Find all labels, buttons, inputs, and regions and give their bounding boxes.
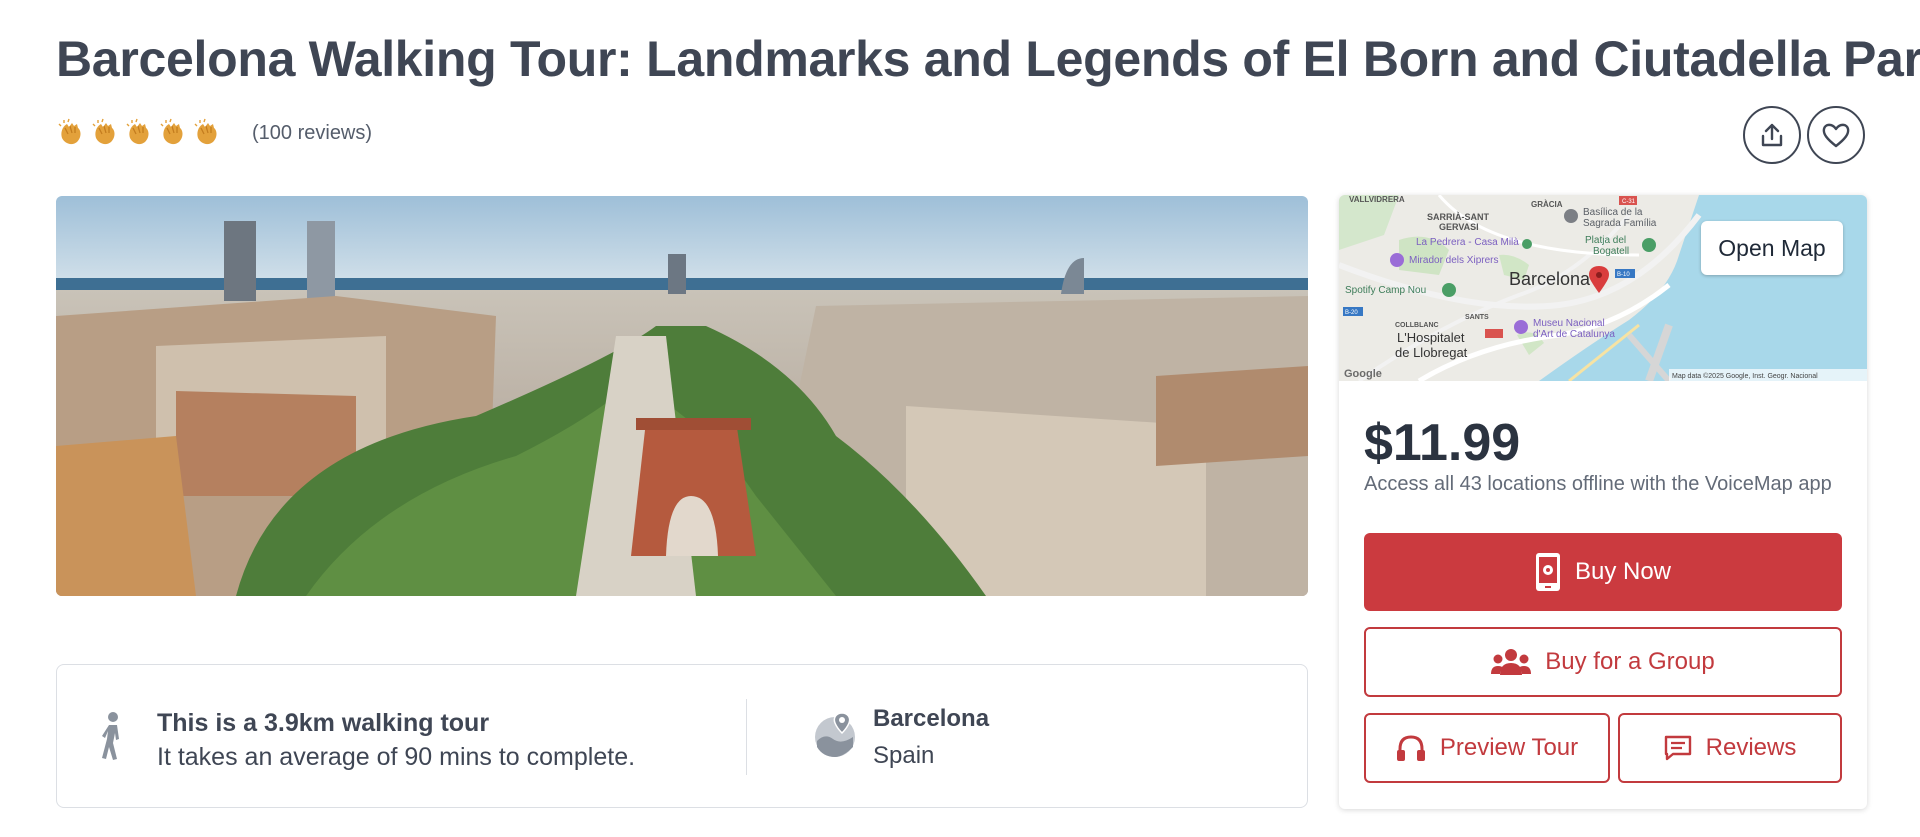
map-label: d'Art de Catalunya <box>1533 329 1615 340</box>
buy-now-label: Buy Now <box>1574 558 1672 585</box>
price: $11.99 <box>1364 414 1521 472</box>
walking-distance-text: This is a 3.9km walking tour <box>157 709 490 737</box>
map-label: COLLBLANC <box>1395 322 1439 329</box>
clap-icon <box>160 118 183 145</box>
group-icon <box>1491 648 1532 676</box>
page-title: Barcelona Walking Tour: Landmarks and Le… <box>56 31 1920 87</box>
purchase-panel: VALLVIDRERA GRÀCIA C-31 SARRIÀ-SANT GERV… <box>1339 195 1867 809</box>
map-label: de Llobregat <box>1395 345 1468 360</box>
share-icon <box>1761 123 1783 147</box>
reviews-count-link[interactable]: (100 reviews) <box>252 122 372 145</box>
headphones-icon <box>1396 734 1426 762</box>
map-label: Museu Nacional <box>1533 318 1605 329</box>
buy-for-group-label: Buy for a Group <box>1545 648 1715 675</box>
map-road-label: B-20 <box>1345 310 1358 316</box>
phone-icon <box>1535 552 1561 592</box>
map-label: SARRIÀ-SANT <box>1427 212 1490 222</box>
buy-now-button[interactable]: Buy Now <box>1364 533 1842 611</box>
clap-icon <box>126 118 149 145</box>
google-logo: Google <box>1344 368 1382 380</box>
tour-info-card: This is a 3.9km walking tour It takes an… <box>56 664 1308 808</box>
map-label: Sagrada Família <box>1583 218 1657 229</box>
map-label: Barcelona <box>1509 269 1591 289</box>
heart-icon <box>1822 123 1850 148</box>
location-globe-icon <box>815 712 855 757</box>
clap-icon <box>58 118 81 145</box>
map-road-label: B-10 <box>1617 272 1630 278</box>
map-label: Platja del <box>1585 235 1626 246</box>
map-label: L'Hospitalet <box>1397 330 1465 345</box>
preview-tour-button[interactable]: Preview Tour <box>1364 713 1610 783</box>
comment-icon <box>1664 735 1692 761</box>
clap-icon <box>194 118 217 145</box>
preview-tour-label: Preview Tour <box>1439 734 1579 761</box>
map-label: Spotify Camp Nou <box>1345 285 1426 296</box>
map-label: GERVASI <box>1439 222 1479 232</box>
country-name: Spain <box>873 742 935 769</box>
map-label: La Pedrera - Casa Milà <box>1416 237 1519 248</box>
buy-for-group-button[interactable]: Buy for a Group <box>1364 627 1842 697</box>
rating: (100 reviews) <box>56 118 372 148</box>
map-label: GRÀCIA <box>1531 200 1563 209</box>
divider <box>746 699 747 775</box>
clap-icon <box>92 118 115 145</box>
share-button[interactable] <box>1743 106 1801 164</box>
walking-duration-text: It takes an average of 90 mins to comple… <box>157 743 636 771</box>
map-road-label: C-31 <box>1622 199 1636 205</box>
map-label: Basílica de la <box>1583 207 1643 218</box>
city-name: Barcelona <box>873 705 990 732</box>
reviews-label: Reviews <box>1705 734 1797 761</box>
favorite-button[interactable] <box>1807 106 1865 164</box>
reviews-button[interactable]: Reviews <box>1618 713 1842 783</box>
map-label: VALLVIDRERA <box>1349 195 1405 204</box>
tour-map[interactable]: VALLVIDRERA GRÀCIA C-31 SARRIÀ-SANT GERV… <box>1339 195 1867 381</box>
map-label: SANTS <box>1465 314 1489 321</box>
map-label: Bogatell <box>1593 246 1629 257</box>
map-credit: Map data ©2025 Google, Inst. Geogr. Naci… <box>1672 372 1818 380</box>
walking-person-icon <box>102 712 119 760</box>
offline-access-text: Access all 43 locations offline with the… <box>1364 473 1832 495</box>
map-label: Mirador dels Xiprers <box>1409 255 1498 266</box>
open-map-button[interactable]: Open Map <box>1701 221 1843 275</box>
tour-hero-image <box>56 196 1308 596</box>
